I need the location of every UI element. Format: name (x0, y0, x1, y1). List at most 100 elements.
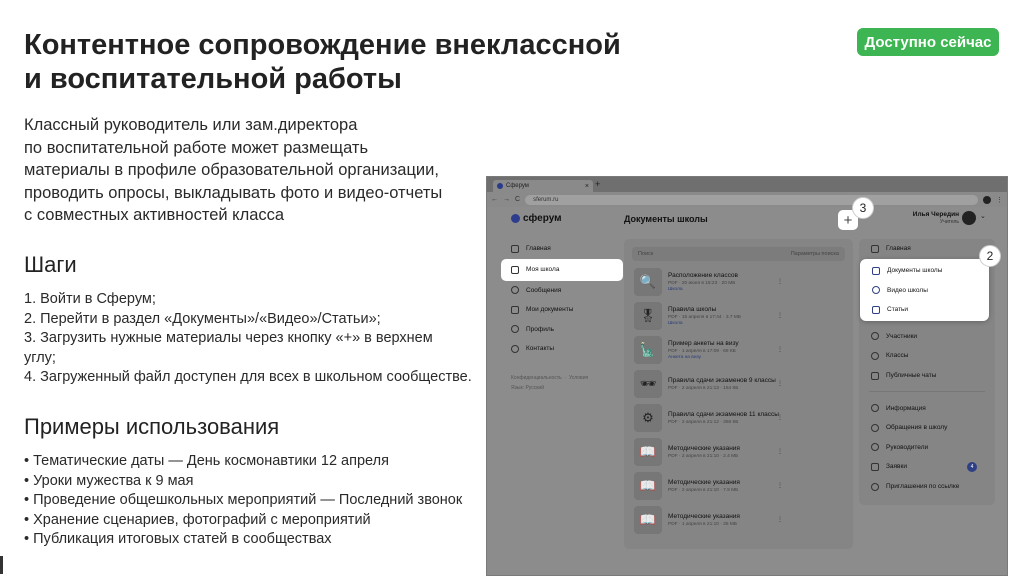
step-line: углу; (24, 349, 56, 366)
document-row[interactable]: 🕶 Правила сдачи экзаменов 9 классы PDF · 2… (624, 367, 853, 401)
terms-link[interactable]: Условия (569, 375, 588, 381)
step-3-callout: 3 (852, 197, 874, 219)
documents-panel: Поиск Параметры поиска 🔍 Расположение кла… (624, 239, 853, 549)
right-nav-members[interactable]: Участники (859, 327, 995, 347)
document-row[interactable]: 🎖 Правила школы PDF · 15 апреля в 17:44 · … (624, 299, 853, 333)
document-title[interactable]: Правила сдачи экзаменов 9 классы (668, 377, 776, 384)
language-link[interactable]: Язык: Русский (511, 385, 544, 391)
nav-label: Руководители (886, 443, 929, 451)
intro-text: Классный руководитель или зам.директора … (24, 114, 494, 227)
document-tag[interactable]: Школа (668, 321, 741, 326)
document-row[interactable]: 📖 Методические указания PDF · 2 апреля в 2… (624, 469, 853, 503)
logo-text: сферум (523, 213, 562, 224)
menu-item-articles[interactable]: Статьи (860, 300, 989, 320)
nav-item-contacts[interactable]: Контакты (501, 339, 623, 359)
nav-label: Контакты (526, 345, 555, 353)
step-line: 2. Перейти в раздел «Документы»/«Видео»/… (24, 310, 381, 327)
document-meta: PDF · 15 апреля в 17:44 · 3.7 МБ (668, 315, 741, 320)
browser-profile-avatar[interactable] (983, 195, 991, 204)
more-options-icon[interactable]: ⋮ (777, 482, 783, 489)
right-nav-home[interactable]: Главная (859, 239, 995, 259)
sferum-logo[interactable]: сферум (511, 213, 562, 224)
menu-item-school-videos[interactable]: Видео школы (860, 281, 989, 301)
document-tag[interactable]: Анкета на визу (668, 355, 739, 360)
search-params-button[interactable]: Параметры поиска (791, 251, 839, 257)
user-avatar[interactable] (962, 211, 976, 225)
chevron-down-icon[interactable]: ⌄ (980, 212, 986, 220)
right-nav-info[interactable]: Информация (859, 398, 995, 418)
document-info: Методические указания PDF · 1 апреля в 21… (668, 513, 740, 527)
right-nav-requests[interactable]: Заявки 4 (859, 457, 995, 477)
right-nav-appeals[interactable]: Обращения в школу (859, 418, 995, 438)
browser-menu-icon[interactable]: ⋮ (996, 196, 1003, 204)
document-title[interactable]: Методические указания (668, 479, 740, 486)
nav-label: Главная (886, 245, 911, 253)
nav-label: Участники (886, 332, 918, 340)
right-nav-public-chats[interactable]: Публичные чаты (859, 366, 995, 386)
document-info: Методические указания PDF · 2 апреля в 21… (668, 445, 740, 459)
intro-line: с совместных активностей класса (24, 206, 285, 224)
document-title[interactable]: Правила школы (668, 306, 741, 313)
nav-item-profile[interactable]: Профиль (501, 320, 623, 340)
document-list: 🔍 Расположение классов PDF · 20 июня в 18:… (624, 265, 853, 537)
search-input[interactable]: Поиск (638, 251, 653, 257)
document-row[interactable]: 🗽 Пример анкеты на визу PDF · 1 апреля в 1… (624, 333, 853, 367)
more-options-icon[interactable]: ⋮ (777, 380, 783, 387)
reload-icon[interactable]: C (515, 196, 520, 203)
nav-label: Главная (526, 245, 551, 253)
intro-line: по воспитательной работе может размещать (24, 138, 369, 157)
new-tab-icon[interactable]: + (595, 179, 600, 189)
privacy-link[interactable]: Конфиденциальность (511, 375, 562, 381)
document-title[interactable]: Правила сдачи экзаменов 11 классы (668, 411, 779, 418)
document-title[interactable]: Методические указания (668, 513, 740, 520)
document-thumbnail: 📖 (634, 472, 662, 500)
title-line-2: и воспитательной работы (24, 63, 402, 95)
browser-screenshot: Сферум × + ← → C sferum.ru ⋮ сферум Доку… (486, 176, 1008, 576)
document-thumbnail: 🔍 (634, 268, 662, 296)
more-options-icon[interactable]: ⋮ (777, 414, 783, 421)
more-options-icon[interactable]: ⋮ (777, 312, 783, 319)
more-options-icon[interactable]: ⋮ (777, 346, 783, 353)
members-icon (871, 332, 879, 341)
intro-line: материалы в профиле образовательной орга… (24, 161, 439, 179)
menu-item-school-documents[interactable]: Документы школы (860, 261, 989, 281)
document-row[interactable]: ⚙ Правила сдачи экзаменов 11 классы PDF · … (624, 401, 853, 435)
home-icon (871, 244, 879, 253)
document-thumbnail: 🕶 (634, 370, 662, 398)
menu-label: Видео школы (887, 286, 928, 294)
nav-item-home[interactable]: Главная (501, 239, 623, 259)
user-name[interactable]: Илья Чередин (907, 211, 959, 218)
tab-close-icon[interactable]: × (585, 183, 589, 190)
document-title[interactable]: Расположение классов (668, 272, 738, 279)
document-row[interactable]: 📖 Методические указания PDF · 2 апреля в 2… (624, 435, 853, 469)
document-row[interactable]: 📖 Методические указания PDF · 1 апреля в 2… (624, 503, 853, 537)
document-meta: PDF · 20 июня в 18:23 · 20 МБ (668, 281, 736, 286)
document-title[interactable]: Методические указания (668, 445, 740, 452)
document-search[interactable]: Поиск Параметры поиска (632, 247, 845, 261)
appeal-icon (871, 423, 879, 432)
sferum-favicon-icon (497, 183, 503, 189)
available-now-badge: Доступно сейчас (857, 28, 999, 56)
url-field[interactable]: sferum.ru (525, 194, 978, 205)
forward-icon[interactable]: → (503, 196, 510, 203)
more-options-icon[interactable]: ⋮ (777, 278, 783, 285)
nav-item-messages[interactable]: Сообщения (501, 281, 623, 301)
right-nav-invites[interactable]: Приглашения по ссылке (859, 477, 995, 497)
right-nav-classes[interactable]: Классы (859, 346, 995, 366)
steps-heading: Шаги (24, 252, 77, 277)
more-options-icon[interactable]: ⋮ (777, 516, 783, 523)
document-title[interactable]: Пример анкеты на визу (668, 340, 739, 347)
back-icon[interactable]: ← (491, 196, 498, 203)
left-nav: Главная Моя школа Сообщения Мои документ… (501, 239, 623, 393)
example-item: Тематические даты — День космонавтики 12… (24, 452, 494, 472)
nav-item-my-documents[interactable]: Мои документы (501, 300, 623, 320)
document-row[interactable]: 🔍 Расположение классов PDF · 20 июня в 18:… (624, 265, 853, 299)
document-tag[interactable]: Школа (668, 287, 738, 292)
nav-label: Профиль (526, 325, 555, 333)
school-content-menu: Документы школы Видео школы Статьи (860, 259, 989, 321)
nav-item-my-school[interactable]: Моя школа (501, 258, 623, 281)
more-options-icon[interactable]: ⋮ (777, 448, 783, 455)
nav-label: Сообщения (526, 286, 562, 294)
browser-tab[interactable]: Сферум × (493, 180, 593, 192)
right-nav-leaders[interactable]: Руководители (859, 438, 995, 458)
